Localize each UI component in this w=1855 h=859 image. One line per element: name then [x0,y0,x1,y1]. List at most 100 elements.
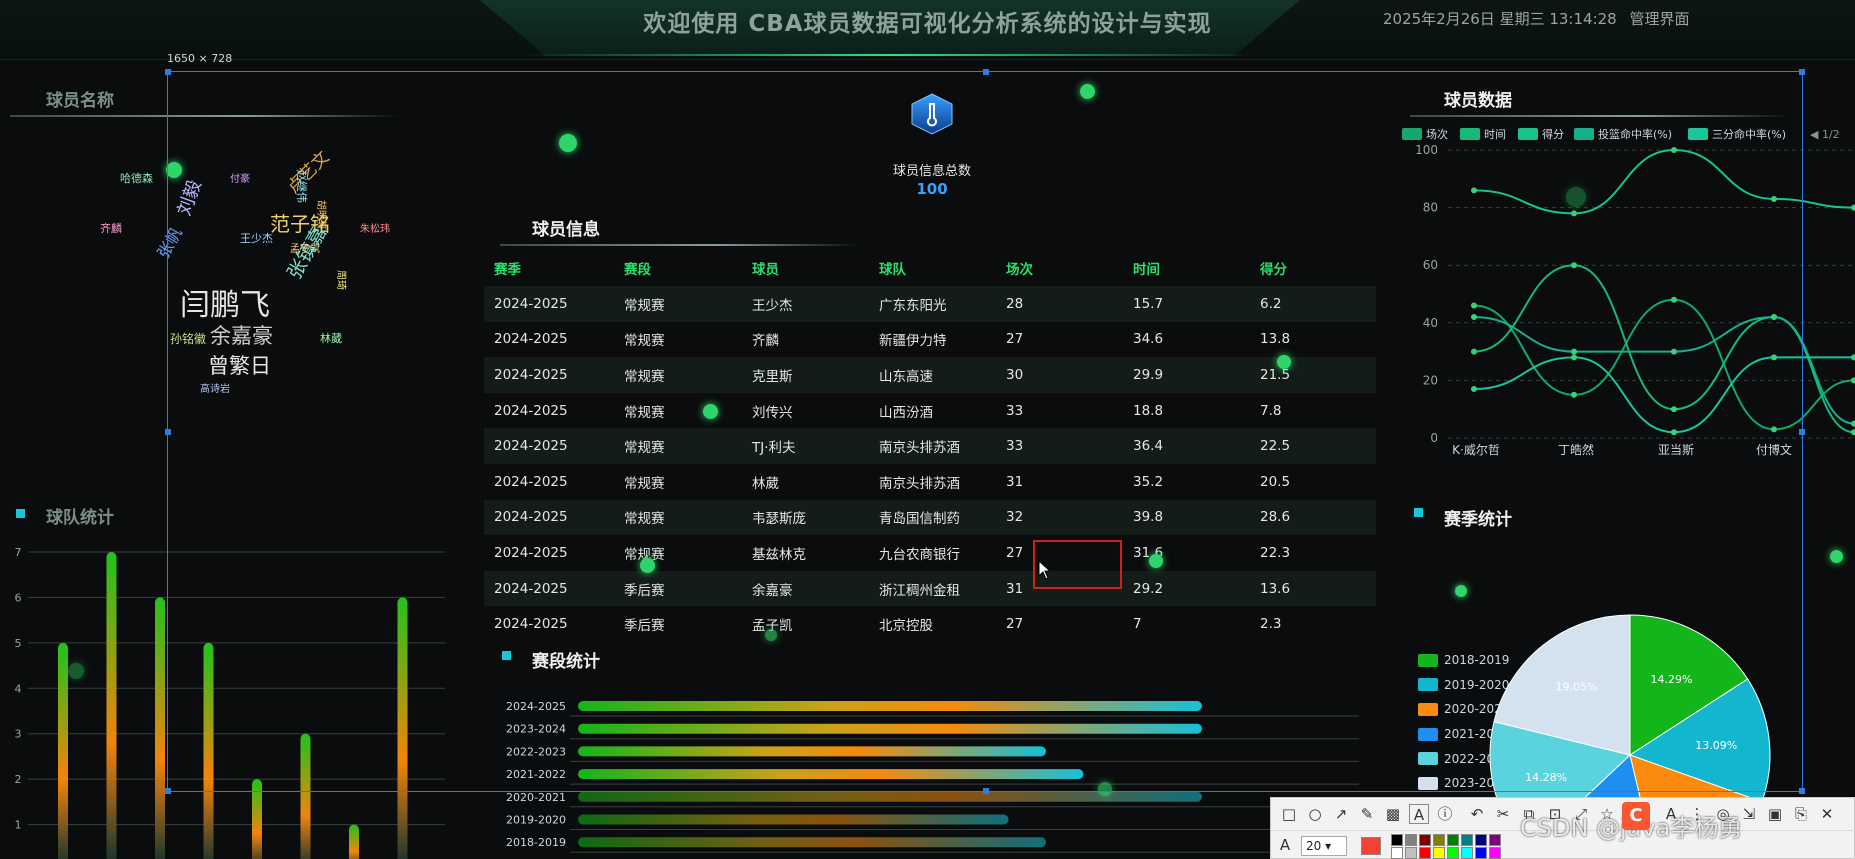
table-row[interactable]: 2024-2025 常规赛 刘传兴 山西汾酒 33 18.8 7.8 [484,393,1376,429]
copy-icon[interactable]: ⎘ [1791,804,1811,824]
color-swatch[interactable] [1391,847,1403,859]
color-swatch[interactable] [1419,847,1431,859]
close-icon[interactable]: ✕ [1817,804,1837,824]
legend-label[interactable]: 三分命中率(%) [1712,127,1786,141]
selection-handle[interactable] [1799,69,1805,75]
team-bar [349,824,359,859]
number-tool-icon[interactable]: ⓘ [1435,804,1455,824]
table-cell: 29.9 [1133,366,1164,383]
series-point [1471,187,1477,194]
series-line [1473,298,1855,431]
table-row[interactable]: 2024-2025 季后赛 孟子凯 北京控股 27 7 2.3 [484,606,1376,634]
arrow-tool-icon[interactable]: ↗ [1331,804,1351,824]
series-point [1851,377,1855,384]
series-point [1571,210,1577,217]
table-row[interactable]: 2024-2025 常规赛 王少杰 广东东阳光 28 15.7 6.2 [484,286,1376,322]
table-cell: 33 [1006,402,1024,419]
table-row[interactable]: 2024-2025 常规赛 韦瑟斯庞 青岛国信制药 32 39.8 28.6 [484,499,1376,536]
y-tick-label: 4 [15,682,22,695]
datetime-text: 2025年2月26日 星期三 13:14:28 [1383,10,1617,28]
legend-label[interactable]: 时间 [1484,128,1506,141]
table-row[interactable]: 2024-2025 季后赛 余嘉豪 浙江稠州金租 31 29.2 13.6 [484,570,1376,607]
color-swatch[interactable] [1475,834,1487,846]
font-size-select[interactable]: 20 ▾ [1301,836,1347,856]
table-row[interactable]: 2024-2025 常规赛 基兹林克 九台农商银行 27 31.6 22.3 [484,535,1376,571]
pie-label: 13.09% [1695,739,1737,752]
series-point [1771,314,1777,321]
legend-label[interactable]: 得分 [1542,128,1564,141]
legend-swatch[interactable] [1518,128,1538,140]
table-row[interactable]: 2024-2025 常规赛 克里斯 山东高速 30 29.9 21.5 [484,357,1376,393]
selection-handle[interactable] [165,69,171,75]
color-swatch[interactable] [1419,834,1431,846]
color-swatch[interactable] [1405,847,1417,859]
color-swatch[interactable] [1461,834,1473,846]
table-cell: 28.6 [1260,509,1291,526]
color-swatch[interactable] [1447,834,1459,846]
table-row[interactable]: 2024-2025 常规赛 TJ·利夫 南京头排苏酒 33 36.4 22.5 [484,428,1376,464]
table-cell: 20.5 [1260,473,1291,490]
table-cell: 31.6 [1133,544,1164,561]
stage-bar [578,701,1202,711]
wordcloud-word: 王少杰 [240,232,273,245]
color-swatch[interactable] [1433,847,1445,859]
team-bar [252,779,262,859]
wordcloud-word: 胡明轩 [315,200,326,230]
legend-swatch[interactable] [1402,128,1422,140]
table-cell: 32 [1006,509,1024,526]
color-swatch[interactable] [1489,847,1501,859]
table-cell: 常规赛 [624,404,665,421]
table-cell: 刘传兴 [752,404,793,421]
undo-icon[interactable]: ↶ [1467,804,1487,824]
mosaic-tool-icon[interactable]: ▩ [1383,804,1403,824]
legend-page[interactable]: ◀ 1/2 [1810,128,1840,141]
stage-category-label: 2020-2021 [506,791,566,804]
legend-swatch[interactable] [1574,128,1594,140]
color-swatch[interactable] [1461,847,1473,859]
legend-label[interactable]: 投篮命中率(%) [1598,127,1672,141]
series-point [1851,420,1855,427]
text-tool-icon[interactable]: A [1409,804,1429,824]
table-cell: 30 [1006,366,1024,383]
table-row[interactable]: 2024-2025 常规赛 林葳 南京头排苏酒 31 35.2 20.5 [484,464,1376,500]
player-info-icon [911,93,953,135]
color-swatch[interactable] [1475,847,1487,859]
rectangle-tool-icon[interactable]: □ [1279,804,1299,824]
table-body: 2024-2025 常规赛 王少杰 广东东阳光 28 15.7 6.2 2024-2025 常规… [484,286,1376,634]
stage-category-label: 2021-2022 [506,768,566,781]
current-color-swatch[interactable] [1361,837,1381,855]
table-cell: 常规赛 [624,511,665,528]
admin-link[interactable]: 管理界面 [1630,10,1690,28]
color-swatch[interactable] [1405,834,1417,846]
save-icon[interactable]: ▣ [1765,804,1785,824]
glow-dot [68,663,84,679]
wordcloud-word: 林葳 [320,332,342,345]
wordcloud-word: 张帆 [153,224,186,262]
color-swatch[interactable] [1447,847,1459,859]
table-cell: 22.3 [1260,544,1291,561]
legend-swatch[interactable] [1688,128,1708,140]
selection-handle[interactable] [1799,788,1805,794]
color-swatch[interactable] [1433,834,1445,846]
table-cell: 2024-2025 [494,473,568,490]
stage-bar [578,814,1009,825]
legend-swatch [1418,678,1438,692]
color-swatch[interactable] [1391,834,1403,846]
header-glow-line [520,54,1260,56]
series-point [1851,204,1855,211]
color-swatch[interactable] [1489,834,1501,846]
legend-swatch[interactable] [1460,128,1480,140]
table-cell: TJ·利夫 [752,440,796,457]
pen-tool-icon[interactable]: ✎ [1357,804,1377,824]
selection-handle[interactable] [983,69,989,75]
table-row[interactable]: 2024-2025 常规赛 齐麟 新疆伊力特 27 34.6 13.8 [484,322,1376,358]
table-cell: 南京头排苏酒 [879,440,960,457]
table-cell: 广东东阳光 [879,297,947,314]
table-cell: 常规赛 [624,297,665,314]
ellipse-tool-icon[interactable]: ○ [1305,804,1325,824]
legend-swatch [1418,752,1438,766]
scissors-icon[interactable]: ✂ [1493,804,1513,824]
series-point [1471,314,1477,321]
legend-label[interactable]: 场次 [1426,127,1448,141]
table-cell: 山东高速 [879,368,933,385]
